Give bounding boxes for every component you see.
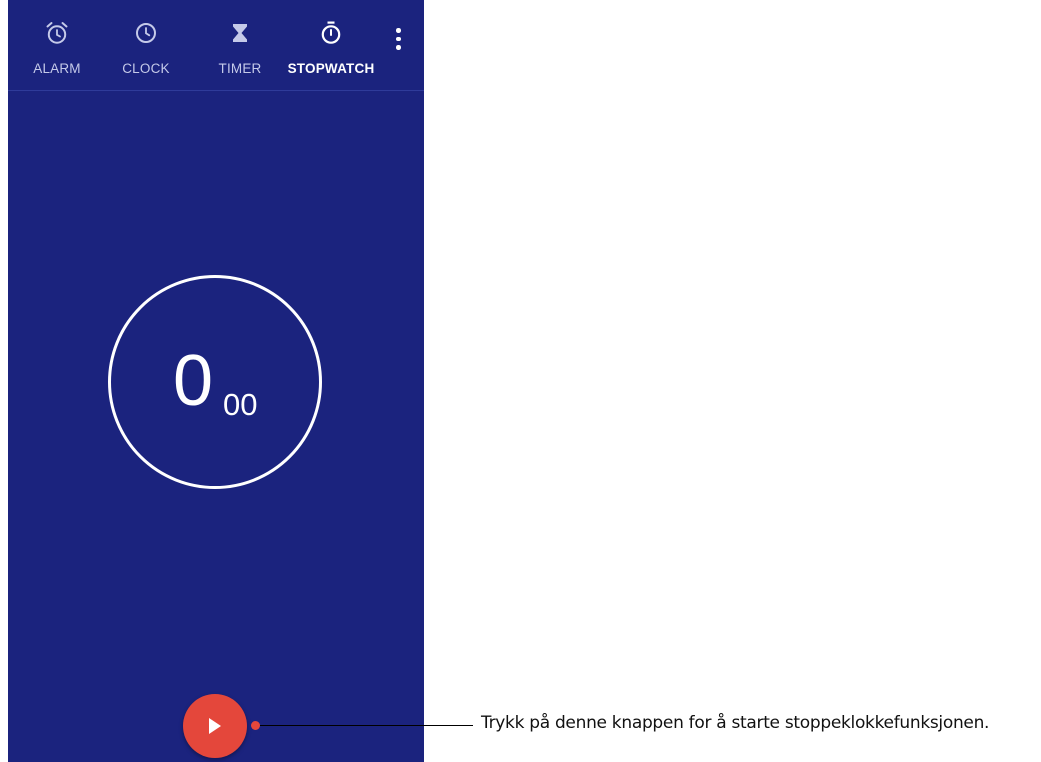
stopwatch-icon (321, 21, 341, 44)
stopwatch-dial: 0 00 (108, 275, 322, 489)
tab-alarm[interactable]: ALARM (9, 0, 105, 90)
callout-line (255, 725, 473, 726)
stopwatch-hundredths: 00 (223, 387, 258, 422)
stopwatch-readout: 0 00 (111, 278, 319, 486)
tab-bar: ALARM CLOCK TIMER STOPWATCH (8, 0, 424, 91)
tab-clock-label: CLOCK (122, 61, 170, 76)
callout-dot (251, 721, 260, 730)
stopwatch-seconds: 0 (173, 341, 214, 421)
play-icon (209, 718, 221, 734)
more-vert-icon[interactable] (388, 26, 408, 52)
start-button[interactable] (183, 694, 247, 758)
tab-timer-label: TIMER (218, 61, 262, 76)
hourglass-icon (233, 24, 247, 42)
alarm-icon (46, 22, 68, 44)
tab-stopwatch-label: STOPWATCH (287, 61, 375, 76)
page: ALARM CLOCK TIMER STOPWATCH 0 00 Trykk p… (0, 0, 1041, 762)
tab-clock[interactable]: CLOCK (98, 0, 194, 90)
tab-alarm-label: ALARM (33, 61, 81, 76)
callout-text: Trykk på denne knappen for å starte stop… (481, 713, 990, 733)
tab-stopwatch[interactable]: STOPWATCH (283, 0, 379, 90)
tab-timer[interactable]: TIMER (192, 0, 288, 90)
clock-icon (136, 23, 156, 43)
clock-app-screen: ALARM CLOCK TIMER STOPWATCH 0 00 (8, 0, 424, 762)
